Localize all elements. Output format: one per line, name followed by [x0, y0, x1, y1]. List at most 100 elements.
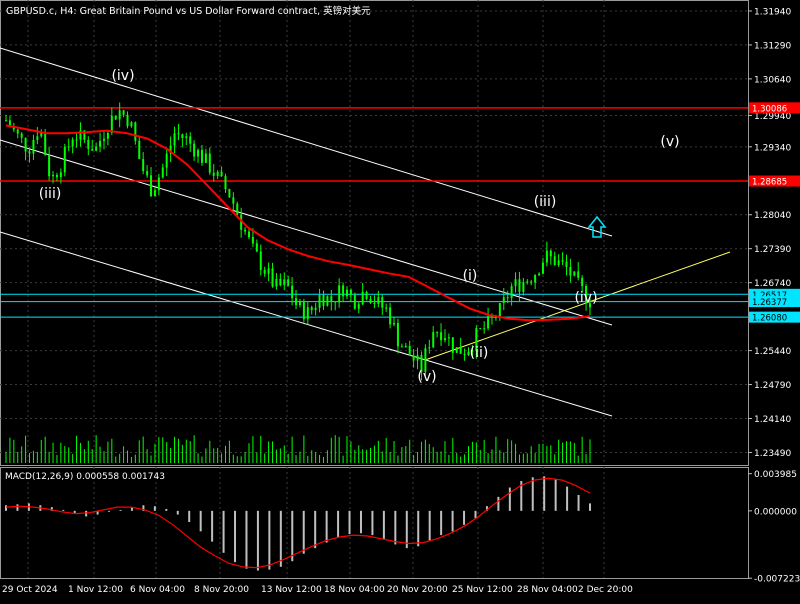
candle-body: [55, 174, 58, 178]
candle-body: [259, 251, 262, 270]
candle-body: [275, 278, 278, 287]
candle-body: [530, 281, 533, 283]
candle-body: [67, 146, 70, 148]
candle-body: [369, 299, 372, 304]
y-axis-price-label: 1.25440: [754, 347, 791, 357]
candle-body: [377, 297, 380, 304]
macd-y-axis-label: 0.000000: [754, 507, 797, 517]
candle-body: [295, 298, 298, 306]
candle-body: [291, 285, 294, 299]
candle-body: [216, 171, 219, 176]
candle-body: [357, 304, 360, 309]
candle-body: [385, 307, 388, 309]
chart-title: GBPUSD.c, H4: Great Britain Pound vs US …: [6, 6, 371, 17]
y-axis-price-label: 1.24790: [754, 381, 791, 391]
support-2-price-label: 1.26377: [752, 298, 787, 308]
candle-body: [48, 154, 51, 177]
candle-body: [581, 277, 584, 287]
candle-body: [138, 140, 141, 160]
candle-body: [193, 143, 196, 157]
candle-body: [534, 275, 537, 283]
y-axis-price-label: 1.31940: [754, 7, 791, 17]
candle-body: [545, 250, 548, 263]
candle-body: [510, 286, 513, 298]
x-axis-date-label: 1 Nov 12:00: [68, 585, 123, 595]
x-axis-date-label: 20 Nov 20:00: [387, 585, 448, 595]
candle-body: [338, 285, 341, 303]
candle-body: [287, 279, 290, 286]
x-axis-date-label: 13 Nov 12:00: [261, 585, 322, 595]
candle-body: [44, 132, 47, 155]
candle-body: [255, 243, 258, 252]
candle-body: [212, 172, 215, 176]
candle-body: [318, 295, 321, 308]
candle-body: [271, 268, 274, 287]
candle-body: [130, 122, 133, 127]
candle-body: [526, 281, 529, 283]
candle-body: [314, 307, 317, 311]
candle-body: [236, 203, 239, 215]
candle-body: [63, 146, 66, 173]
candle-body: [455, 347, 458, 353]
candle-body: [36, 136, 39, 140]
candle-body: [228, 189, 231, 198]
up-arrow-icon: [587, 215, 607, 238]
candle-body: [224, 176, 227, 190]
candle-body: [177, 133, 180, 135]
candle-body: [165, 153, 168, 168]
candle-body: [522, 282, 525, 292]
candle-body: [463, 353, 466, 356]
candle-body: [91, 148, 94, 151]
support-3-price-label: 1.26080: [752, 314, 787, 324]
candle-body: [220, 171, 223, 177]
candle-body: [502, 297, 505, 303]
x-axis-date-label: 18 Nov 04:00: [324, 585, 385, 595]
candle-body: [440, 332, 443, 341]
candle-body: [142, 159, 145, 172]
candle-body: [302, 302, 305, 320]
candle-body: [197, 149, 200, 157]
candle-body: [569, 266, 572, 276]
candle-body: [173, 133, 176, 146]
candle-body: [20, 133, 23, 138]
candle-body: [396, 323, 399, 347]
candle-body: [99, 140, 102, 147]
y-axis-price-label: 1.29340: [754, 143, 791, 153]
wave-label: (v): [660, 134, 679, 150]
wave-label: (ii): [470, 345, 489, 361]
candle-body: [365, 291, 368, 300]
x-axis-date-label: 8 Nov 20:00: [194, 585, 249, 595]
candle-body: [447, 337, 450, 339]
candle-body: [373, 303, 376, 305]
candle-body: [479, 328, 482, 330]
wave-label: (v): [417, 369, 436, 385]
candle-body: [157, 177, 160, 191]
candle-body: [541, 262, 544, 274]
macd-title: MACD(12,26,9) 0.000558 0.001743: [5, 472, 165, 482]
x-axis-date-label: 25 Nov 12:00: [452, 585, 513, 595]
candle-body: [432, 332, 435, 348]
candle-body: [487, 316, 490, 329]
candle-body: [404, 345, 407, 348]
candle-body: [518, 279, 521, 292]
candle-body: [400, 346, 403, 348]
candle-body: [514, 279, 517, 287]
x-axis-date-label: 29 Oct 2024: [2, 585, 58, 595]
candle-body: [361, 291, 364, 305]
candle-body: [200, 149, 203, 163]
candle-body: [451, 337, 454, 353]
candle-body: [28, 151, 31, 154]
x-axis-date-label: 28 Nov 04:00: [517, 585, 578, 595]
wave-label: (i): [463, 268, 478, 284]
candle-body: [577, 271, 580, 278]
candle-body: [416, 355, 419, 361]
candle-body: [408, 345, 411, 356]
candle-body: [459, 347, 462, 354]
chart-window[interactable]: 1.31940 1.31290 1.30640 1.29940 1.29340 1.280…: [0, 0, 800, 600]
macd-pane-frame: [0, 467, 749, 579]
macd-y-axis-label: -0.007223: [754, 575, 800, 585]
candle-body: [106, 132, 109, 139]
candle-body: [553, 256, 556, 266]
candle-body: [32, 139, 35, 154]
candle-body: [561, 260, 564, 262]
